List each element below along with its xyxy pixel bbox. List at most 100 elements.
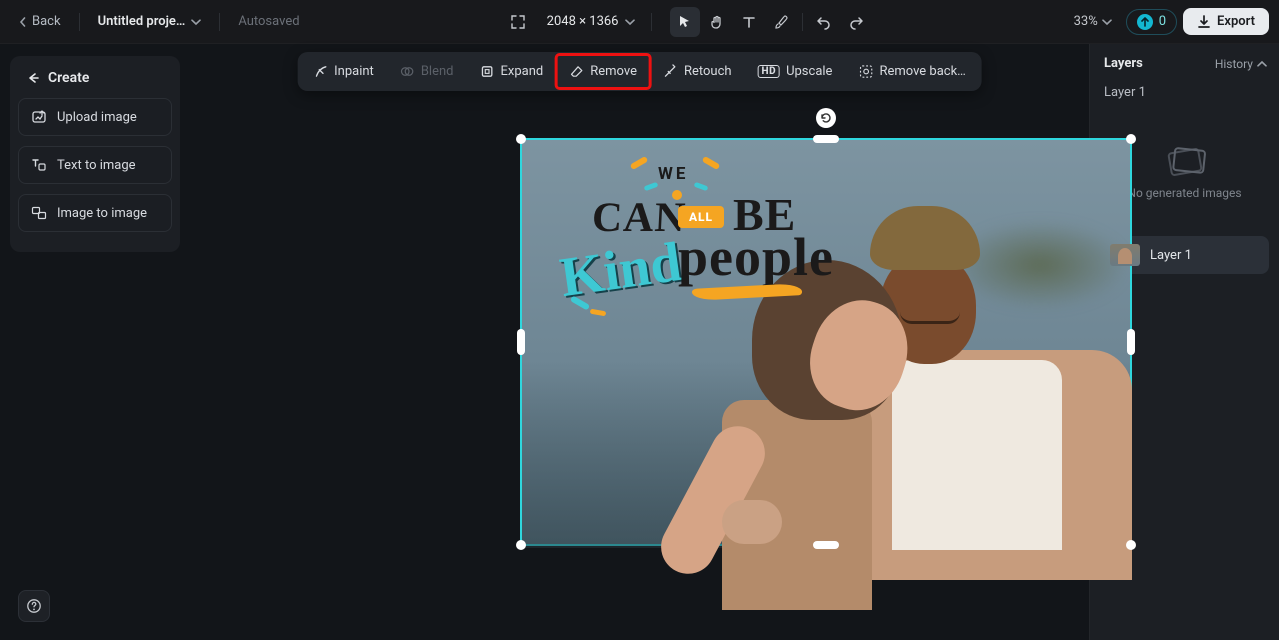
- overlay-text-kind: Kind: [556, 230, 685, 310]
- autosaved-status: Autosaved: [230, 14, 307, 29]
- select-tool[interactable]: [670, 7, 700, 37]
- swash-icon: [702, 156, 721, 170]
- help-icon: [26, 598, 42, 614]
- chevron-up-icon: [1257, 59, 1267, 69]
- remove-bg-icon: [858, 64, 873, 79]
- chevron-down-icon: [191, 17, 201, 27]
- expand-label: Expand: [500, 64, 543, 79]
- help-button[interactable]: [18, 590, 50, 622]
- create-header: Create: [18, 64, 172, 98]
- brush-tool[interactable]: [766, 7, 796, 37]
- blend-button: Blend: [388, 56, 466, 87]
- layers-panel-header: Layers History: [1090, 44, 1279, 81]
- tool-row: [670, 7, 871, 37]
- create-title: Create: [48, 70, 89, 86]
- overlay-text-can: CAN: [591, 194, 688, 242]
- separator: [79, 13, 80, 31]
- expand-button[interactable]: Expand: [467, 56, 555, 87]
- project-name-dropdown[interactable]: Untitled proje…: [90, 10, 210, 33]
- inpaint-button[interactable]: Inpaint: [301, 56, 386, 87]
- upscale-label: Upscale: [786, 64, 832, 79]
- separator: [219, 13, 220, 31]
- resize-canvas-icon[interactable]: [503, 7, 533, 37]
- back-button[interactable]: Back: [10, 10, 69, 33]
- upload-image-icon: [31, 109, 47, 125]
- create-panel: Create Upload image Text to image Image …: [0, 44, 190, 640]
- layer-row-name: Layer 1: [1150, 248, 1192, 263]
- image-to-image-label: Image to image: [57, 206, 147, 221]
- blend-icon: [400, 64, 415, 79]
- selected-image-frame[interactable]: WE CAN ALL BE Kind people: [520, 138, 1132, 546]
- credits-count: 0: [1159, 14, 1166, 29]
- history-label: History: [1215, 57, 1253, 71]
- retouch-icon: [663, 64, 678, 79]
- redo-button[interactable]: [841, 7, 871, 37]
- bolt-up-icon: [1140, 17, 1150, 27]
- cursor-icon: [677, 14, 693, 30]
- current-layer-label: Layer 1: [1090, 81, 1279, 110]
- layer-thumbnail: [1110, 244, 1140, 266]
- blend-label: Blend: [421, 64, 454, 79]
- remove-bg-label: Remove back…: [879, 64, 965, 79]
- canvas-area[interactable]: Inpaint Blend Expand Remove Retouch HD U…: [190, 44, 1089, 640]
- chevron-down-icon: [625, 17, 635, 27]
- retouch-label: Retouch: [684, 64, 732, 79]
- resize-handle-br[interactable]: [1126, 540, 1136, 550]
- hand-icon: [709, 14, 725, 30]
- dot-icon: [672, 190, 682, 200]
- canvas-dimensions-dropdown[interactable]: 2048 × 1366: [541, 10, 641, 33]
- remove-background-button[interactable]: Remove back…: [846, 56, 977, 87]
- redo-icon: [848, 14, 864, 30]
- topbar-right-cluster: 33% 0 Export: [1066, 8, 1269, 35]
- text-icon: [741, 14, 757, 30]
- credits-badge-icon: [1137, 14, 1153, 30]
- hand-tool[interactable]: [702, 7, 732, 37]
- expand-icon: [479, 64, 494, 79]
- overlay-text-be: BE: [733, 188, 796, 241]
- rotate-handle[interactable]: [816, 108, 836, 128]
- eraser-icon: [569, 64, 584, 79]
- resize-handle-tl[interactable]: [516, 134, 526, 144]
- image-to-image-button[interactable]: Image to image: [18, 194, 172, 232]
- text-to-image-button[interactable]: Text to image: [18, 146, 172, 184]
- export-button[interactable]: Export: [1183, 8, 1269, 35]
- credits-pill[interactable]: 0: [1126, 9, 1177, 35]
- swash-icon: [590, 309, 607, 317]
- project-name-text: Untitled proje…: [98, 14, 186, 29]
- retouch-button[interactable]: Retouch: [651, 56, 744, 87]
- canvas-dimensions-text: 2048 × 1366: [547, 14, 619, 29]
- brush-icon: [773, 14, 789, 30]
- text-tool[interactable]: [734, 7, 764, 37]
- overlay-text-we: WE: [658, 164, 688, 184]
- remove-label: Remove: [590, 64, 637, 79]
- topbar-center-cluster: 2048 × 1366: [503, 7, 871, 37]
- swash-icon: [570, 295, 590, 310]
- separator: [651, 13, 652, 31]
- upscale-button[interactable]: HD Upscale: [746, 56, 845, 87]
- undo-icon: [816, 14, 832, 30]
- resize-handle-bl[interactable]: [516, 540, 526, 550]
- resize-handle-tr[interactable]: [1126, 134, 1136, 144]
- clasped-hands: [722, 500, 782, 544]
- export-label: Export: [1217, 14, 1255, 29]
- resize-handle-left[interactable]: [517, 329, 525, 355]
- top-bar: Back Untitled proje… Autosaved 2048 × 13…: [0, 0, 1279, 44]
- separator: [802, 13, 803, 31]
- inpaint-icon: [313, 64, 328, 79]
- rotate-icon: [820, 112, 832, 124]
- topbar-left-cluster: Back Untitled proje… Autosaved: [10, 10, 308, 33]
- upload-image-label: Upload image: [57, 110, 137, 125]
- resize-handle-bottom[interactable]: [813, 541, 839, 549]
- back-label: Back: [32, 14, 61, 29]
- resize-handle-top[interactable]: [813, 135, 839, 143]
- canvas-size-group: 2048 × 1366: [503, 7, 641, 37]
- empty-images-icon: [1169, 150, 1201, 174]
- resize-handle-right[interactable]: [1127, 329, 1135, 355]
- remove-button[interactable]: Remove: [557, 56, 649, 87]
- history-toggle[interactable]: History: [1215, 57, 1267, 71]
- zoom-dropdown[interactable]: 33%: [1066, 10, 1120, 33]
- upload-image-button[interactable]: Upload image: [18, 98, 172, 136]
- image-content: WE CAN ALL BE Kind people: [522, 140, 1130, 544]
- action-bar: Inpaint Blend Expand Remove Retouch HD U…: [297, 52, 982, 91]
- undo-button[interactable]: [809, 7, 839, 37]
